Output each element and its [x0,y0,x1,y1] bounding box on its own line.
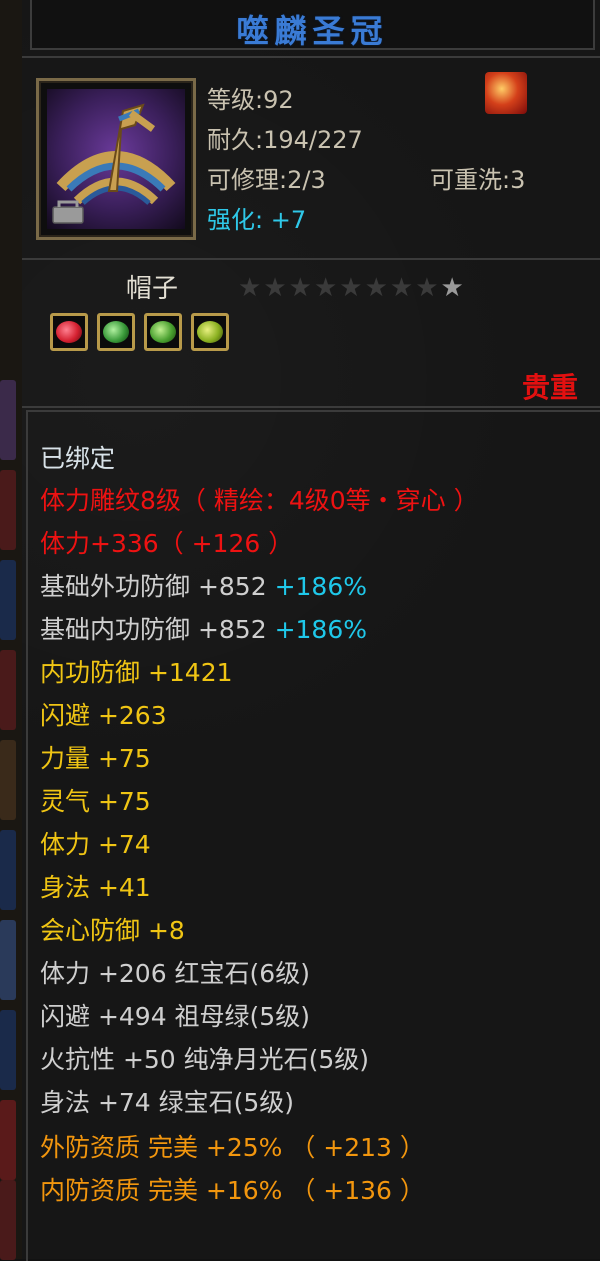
item-icon-frame[interactable] [36,78,196,240]
base-ext-def-text: 基础外功防御 +852 [40,572,267,601]
flame-buff-icon[interactable] [485,72,527,114]
star-icon: ★ [238,273,262,303]
gem-slot[interactable] [191,313,229,351]
level-text: 等级:92 [207,86,294,114]
spirit-line: 灵气 +75 [40,787,151,816]
base-int-def-line: 基础内功防御 +852 +186% [40,615,367,645]
bound-status: 已绑定 [40,444,116,473]
star-icon: ★ [263,273,287,303]
star-icon: ★ [389,273,414,303]
star-icon: ★ [440,273,464,303]
enhance-row: 强化: +7 [207,200,306,235]
dodge-line: 闪避 +263 [40,701,167,730]
gem-stamina-line: 体力 +206 红宝石(6级) [40,959,310,988]
gem-fire-line: 火抗性 +50 纯净月光石(5级) [40,1045,370,1074]
edge-icon[interactable] [0,560,16,640]
gem-slots [50,313,229,351]
gem-dodge-line: 闪避 +494 祖母绿(5级) [40,1002,310,1031]
edge-icon[interactable] [0,830,16,910]
rewash-text: 可重洗:3 [430,166,526,194]
base-int-def-pct: +186% [274,615,367,644]
strength-line: 力量 +75 [40,744,151,773]
durability-text: 耐久:194/227 [207,126,363,154]
stamina-main-line: 体力+336（ +126 ） [40,529,294,558]
left-edge-frame [0,0,24,1260]
base-ext-def-pct: +186% [274,572,367,601]
repairable-text: 可修理:2/3 [207,166,326,194]
title-bar: 噬麟圣冠 [30,0,595,50]
item-type-label: 帽子 [126,274,179,304]
edge-icon[interactable] [0,1010,16,1090]
enhance-value: +7 [270,206,307,234]
yellow-green-gem-icon [197,321,223,343]
gem-agility-line: 身法 +74 绿宝石(5级) [40,1088,295,1117]
green-gem-icon [103,321,129,343]
base-int-def-text: 基础内功防御 +852 [40,615,267,644]
gem-slot[interactable] [97,313,135,351]
star-icon: ★ [415,273,439,303]
engrave-line: 体力雕纹8级（ 精绘：4级0等・穿心 ） [40,486,479,515]
int-def-line: 内功防御 +1421 [40,658,233,687]
green-gem-icon [150,321,176,343]
edge-icon[interactable] [0,1180,16,1260]
item-title: 噬麟圣冠 [236,12,389,50]
star-icon: ★ [288,273,312,303]
ext-quality-line: 外防资质 完美 +25% （ +213 ） [40,1133,425,1162]
star-icon: ★ [339,273,363,303]
edge-icon[interactable] [0,380,16,460]
value-tag: 贵重 [521,371,578,404]
gem-slot[interactable] [144,313,182,351]
red-gem-icon [56,321,82,343]
star-icon: ★ [364,273,388,303]
lock-icon [51,199,85,225]
edge-icon[interactable] [0,470,16,550]
int-quality-line: 内防资质 完美 +16% （ +136 ） [40,1176,425,1205]
star-icon: ★ [313,273,338,303]
gem-slot[interactable] [50,313,88,351]
crit-def-line: 会心防御 +8 [40,916,185,945]
edge-icon[interactable] [0,650,16,730]
edge-icon[interactable] [0,740,16,820]
stamina-line: 体力 +74 [40,830,151,859]
edge-icon[interactable] [0,1100,16,1180]
edge-icon[interactable] [0,920,16,1000]
agility-line: 身法 +41 [40,873,151,902]
base-ext-def-line: 基础外功防御 +852 +186% [40,572,367,602]
enhance-label: 强化: [207,206,264,234]
star-rating: ★ ★ ★ ★ ★ ★ ★ ★ ★ [238,274,464,302]
